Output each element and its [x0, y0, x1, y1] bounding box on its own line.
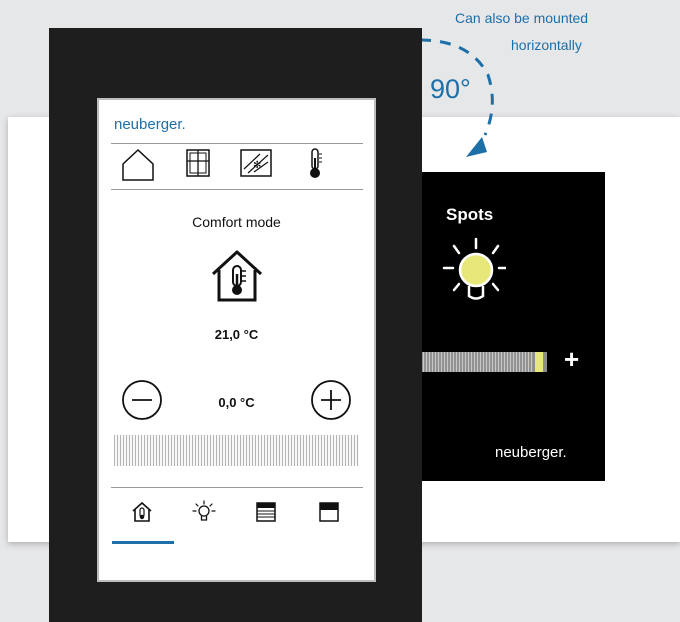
brand-logo: neuberger.	[114, 116, 186, 133]
divider	[111, 189, 363, 190]
window-icon[interactable]	[183, 146, 213, 180]
increase-button[interactable]	[309, 378, 353, 422]
brightness-slider[interactable]	[408, 352, 547, 372]
portrait-device: neuberger. ✻ Comfort mode 21,0 °C 0,0 °C	[49, 28, 422, 622]
divider	[111, 143, 363, 144]
frost-window-icon[interactable]: ✻	[238, 146, 274, 180]
temperature-slider[interactable]	[114, 435, 359, 466]
current-temperature: 21,0 °C	[214, 327, 259, 342]
mode-label: Comfort mode	[192, 214, 281, 230]
brand-logo: neuberger.	[495, 444, 567, 461]
spots-title: Spots	[446, 205, 494, 224]
top-icon-bar: ✻	[99, 146, 374, 186]
house-icon[interactable]	[119, 146, 157, 182]
nav-blind-closed-icon[interactable]	[254, 500, 278, 524]
active-nav-indicator	[112, 541, 174, 544]
bottom-nav	[99, 500, 374, 536]
nav-lightbulb-icon[interactable]	[192, 500, 216, 526]
horizontal-panel: Spots + neuberger.	[408, 172, 605, 481]
nav-climate-house-icon[interactable]	[130, 500, 154, 524]
lightbulb-icon[interactable]	[426, 234, 506, 324]
svg-text:✻: ✻	[253, 160, 261, 171]
brightness-plus-button[interactable]: +	[564, 346, 579, 372]
nav-blind-open-icon[interactable]	[317, 500, 341, 524]
thermometer-icon[interactable]	[305, 146, 325, 180]
house-thermometer-icon	[211, 250, 263, 302]
divider	[111, 487, 363, 488]
touch-screen: neuberger. ✻ Comfort mode 21,0 °C 0,0 °C	[97, 98, 376, 582]
